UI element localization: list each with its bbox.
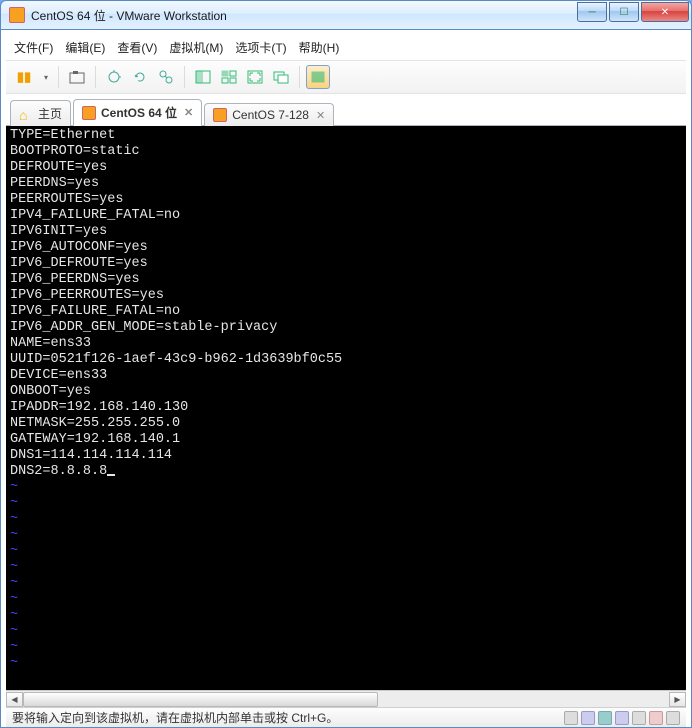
power-dropdown[interactable] xyxy=(38,65,52,89)
unity-button[interactable] xyxy=(269,65,293,89)
close-button[interactable]: ✕ xyxy=(641,2,689,22)
status-text: 要将输入定向到该虚拟机，请在虚拟机内部单击或按 Ctrl+G。 xyxy=(12,709,338,726)
window-title: CentOS 64 位 - VMware Workstation xyxy=(31,7,575,24)
take-snapshot-button[interactable] xyxy=(102,65,126,89)
menu-view[interactable]: 查看(V) xyxy=(117,39,157,56)
device-harddisk-icon[interactable] xyxy=(564,711,578,725)
cent-icon xyxy=(82,106,96,120)
tab-0[interactable]: ⌂ 主页 xyxy=(10,100,71,126)
menubar: 文件(F) 编辑(E) 查看(V) 虚拟机(M) 选项卡(T) 帮助(H) xyxy=(6,35,686,60)
toolbar: ▮▮ xyxy=(6,60,686,94)
manage-snapshots-button[interactable] xyxy=(154,65,178,89)
menu-file[interactable]: 文件(F) xyxy=(14,39,53,56)
revert-snapshot-button[interactable] xyxy=(128,65,152,89)
minimize-button[interactable]: ─ xyxy=(577,2,607,22)
cent-icon xyxy=(213,108,227,122)
device-printer-icon[interactable] xyxy=(649,711,663,725)
view-console-button[interactable] xyxy=(191,65,215,89)
device-display-icon[interactable] xyxy=(666,711,680,725)
tab-2[interactable]: CentOS 7-128 ✕ xyxy=(204,103,334,126)
menu-tabs[interactable]: 选项卡(T) xyxy=(235,39,286,56)
view-multi-button[interactable] xyxy=(217,65,241,89)
device-usb-icon[interactable] xyxy=(615,711,629,725)
tab-1[interactable]: CentOS 64 位 ✕ xyxy=(73,99,202,126)
device-network-icon[interactable] xyxy=(598,711,612,725)
tab-label: CentOS 64 位 xyxy=(101,104,177,121)
tab-close-icon[interactable]: ✕ xyxy=(184,106,193,119)
scroll-right-button[interactable]: ▶ xyxy=(669,692,686,707)
device-sound-icon[interactable] xyxy=(632,711,646,725)
home-icon: ⌂ xyxy=(19,107,33,121)
statusbar: 要将输入定向到该虚拟机，请在虚拟机内部单击或按 Ctrl+G。 xyxy=(6,707,686,727)
tab-close-icon[interactable]: ✕ xyxy=(316,109,325,122)
scroll-thumb[interactable] xyxy=(23,692,378,707)
tabstrip: ⌂ 主页 CentOS 64 位 ✕ CentOS 7-128 ✕ xyxy=(6,94,686,126)
vm-console[interactable]: TYPE=Ethernet BOOTPROTO=static DEFROUTE=… xyxy=(6,126,686,690)
device-cdrom-icon[interactable] xyxy=(581,711,595,725)
fullscreen-button[interactable] xyxy=(243,65,267,89)
tab-label: CentOS 7-128 xyxy=(232,108,309,122)
menu-vm[interactable]: 虚拟机(M) xyxy=(169,39,223,56)
app-icon xyxy=(9,7,25,23)
scroll-track[interactable] xyxy=(23,692,669,707)
maximize-button[interactable]: ☐ xyxy=(609,2,639,22)
titlebar[interactable]: CentOS 64 位 - VMware Workstation ─ ☐ ✕ xyxy=(0,0,692,30)
menu-help[interactable]: 帮助(H) xyxy=(299,39,340,56)
stretch-button[interactable] xyxy=(306,65,330,89)
pause-button[interactable]: ▮▮ xyxy=(12,65,36,89)
tab-label: 主页 xyxy=(38,105,62,122)
snapshot-button[interactable] xyxy=(65,65,89,89)
horizontal-scrollbar[interactable]: ◀ ▶ xyxy=(6,690,686,707)
scroll-left-button[interactable]: ◀ xyxy=(6,692,23,707)
menu-edit[interactable]: 编辑(E) xyxy=(65,39,105,56)
